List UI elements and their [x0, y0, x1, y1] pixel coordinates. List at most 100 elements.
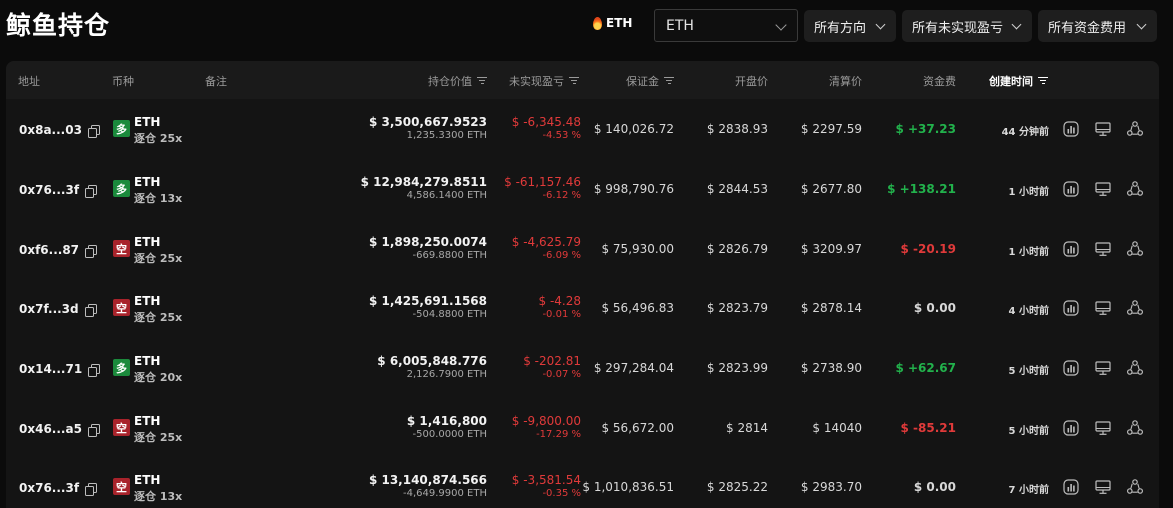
share-icon[interactable]	[1126, 419, 1144, 437]
bar-chart-icon[interactable]	[1062, 359, 1080, 377]
table-row[interactable]: 0xf6...87 空 ETH 逐仓 25x $ 1,898,250.0074 -669.…	[6, 219, 1159, 279]
bar-chart-icon[interactable]	[1062, 120, 1080, 138]
address-cell[interactable]: 0x8a...03	[19, 123, 100, 138]
margin-value: $ 56,672.00	[601, 421, 674, 435]
position-amount: -669.8800 ETH	[412, 250, 487, 261]
page-title: 鲸鱼持仓	[6, 11, 111, 40]
created-time: 4 小时前	[1008, 306, 1049, 317]
pnl-filter[interactable]: 所有未实现盈亏	[902, 10, 1032, 42]
share-icon[interactable]	[1126, 180, 1144, 198]
table-row[interactable]: 0x46...a5 空 ETH 逐仓 25x $ 1,416,800 -500.0000 …	[6, 398, 1159, 458]
funding-fee: $ -20.19	[900, 242, 956, 256]
side-badge: 多	[113, 180, 130, 197]
side-badge: 多	[113, 120, 130, 137]
margin-value: $ 75,930.00	[601, 242, 674, 256]
copy-icon[interactable]	[85, 184, 98, 198]
side-badge: 空	[113, 478, 130, 495]
monitor-icon[interactable]	[1094, 120, 1112, 138]
table-row[interactable]: 0x8a...03 多 ETH 逐仓 25x $ 3,500,667.9523 1,235…	[6, 99, 1159, 159]
table-row[interactable]: 0x7f...3d 空 ETH 逐仓 25x $ 1,425,691.1568 -504.…	[6, 278, 1159, 338]
bar-chart-icon[interactable]	[1062, 180, 1080, 198]
position-value: $ 12,984,279.8511	[360, 175, 487, 189]
leverage-label: 逐仓 13x	[134, 192, 183, 205]
table-row[interactable]: 0x76...3f 空 ETH 逐仓 13x $ 13,140,874.566 -4,64…	[6, 457, 1159, 508]
margin-value: $ 1,010,836.51	[582, 480, 674, 494]
share-icon[interactable]	[1126, 478, 1144, 496]
leverage-label: 逐仓 13x	[134, 490, 183, 503]
funding-fee: $ -85.21	[900, 421, 956, 435]
col-open-price: 开盘价	[735, 75, 768, 88]
token-select-value: ETH	[666, 17, 694, 34]
col-margin[interactable]: 保证金	[626, 73, 674, 89]
open-price: $ 2844.53	[706, 182, 768, 196]
open-price: $ 2814	[726, 421, 768, 435]
row-actions	[1062, 299, 1144, 317]
sort-icon	[664, 77, 674, 85]
chevron-down-icon	[775, 19, 787, 31]
monitor-icon[interactable]	[1094, 359, 1112, 377]
monitor-icon[interactable]	[1094, 299, 1112, 317]
pnl-filter-label: 所有未实现盈亏	[912, 20, 1004, 36]
col-position-value[interactable]: 持仓价值	[428, 73, 487, 89]
monitor-icon[interactable]	[1094, 180, 1112, 198]
funding-fee: $ 0.00	[913, 480, 956, 494]
address-text: 0x76...3f	[19, 183, 80, 197]
address-cell[interactable]: 0x46...a5	[19, 422, 100, 437]
flame-icon	[593, 16, 602, 30]
col-funding-fee: 资金费	[923, 75, 956, 88]
share-icon[interactable]	[1126, 359, 1144, 377]
token-select[interactable]: ETH	[654, 9, 798, 42]
share-icon[interactable]	[1126, 120, 1144, 138]
coin-symbol: ETH	[134, 294, 161, 308]
position-amount: 1,235.3300 ETH	[406, 130, 487, 141]
address-cell[interactable]: 0xf6...87	[19, 243, 98, 258]
leverage-label: 逐仓 25x	[134, 252, 183, 265]
coin-symbol: ETH	[134, 175, 161, 189]
liq-price: $ 2878.14	[800, 301, 862, 315]
chevron-down-icon	[1136, 19, 1147, 30]
position-amount: 2,126.7900 ETH	[406, 369, 487, 380]
col-unrealized-pnl[interactable]: 未实现盈亏	[509, 73, 579, 89]
position-value: $ 13,140,874.566	[368, 473, 487, 487]
side-badge: 空	[113, 299, 130, 316]
share-icon[interactable]	[1126, 299, 1144, 317]
bar-chart-icon[interactable]	[1062, 240, 1080, 258]
col-created-time[interactable]: 创建时间	[989, 73, 1048, 89]
unrealized-pnl-percent: -0.07 %	[542, 369, 581, 380]
copy-icon[interactable]	[85, 244, 98, 258]
bar-chart-icon[interactable]	[1062, 419, 1080, 437]
side-badge: 空	[113, 419, 130, 436]
bar-chart-icon[interactable]	[1062, 299, 1080, 317]
leverage-label: 逐仓 25x	[134, 132, 183, 145]
row-actions	[1062, 120, 1144, 138]
table-row[interactable]: 0x76...3f 多 ETH 逐仓 13x $ 12,984,279.8511 4,58…	[6, 159, 1159, 219]
funding-filter[interactable]: 所有资金费用	[1038, 10, 1157, 42]
address-cell[interactable]: 0x14...71	[19, 362, 101, 377]
direction-filter[interactable]: 所有方向	[804, 10, 896, 42]
bar-chart-icon[interactable]	[1062, 478, 1080, 496]
unrealized-pnl-percent: -4.53 %	[542, 130, 581, 141]
unrealized-pnl-percent: -0.01 %	[542, 309, 581, 320]
monitor-icon[interactable]	[1094, 240, 1112, 258]
copy-icon[interactable]	[88, 363, 101, 377]
address-cell[interactable]: 0x76...3f	[19, 183, 98, 198]
position-amount: -504.8800 ETH	[412, 309, 487, 320]
side-badge: 多	[113, 359, 130, 376]
table-row[interactable]: 0x14...71 多 ETH 逐仓 20x $ 6,005,848.776 2,126.…	[6, 338, 1159, 398]
coin-symbol: ETH	[134, 235, 161, 249]
token-tag[interactable]: ETH	[593, 16, 632, 30]
monitor-icon[interactable]	[1094, 419, 1112, 437]
copy-icon[interactable]	[87, 124, 100, 138]
liq-price: $ 14040	[812, 421, 862, 435]
share-icon[interactable]	[1126, 240, 1144, 258]
liq-price: $ 2297.59	[800, 122, 862, 136]
copy-icon[interactable]	[87, 423, 100, 437]
unrealized-pnl: $ -202.81	[523, 354, 581, 368]
address-cell[interactable]: 0x7f...3d	[19, 302, 97, 317]
monitor-icon[interactable]	[1094, 478, 1112, 496]
unrealized-pnl: $ -3,581.54	[511, 473, 581, 487]
copy-icon[interactable]	[84, 303, 97, 317]
copy-icon[interactable]	[85, 482, 98, 496]
token-tag-label: ETH	[606, 16, 633, 30]
address-cell[interactable]: 0x76...3f	[19, 481, 98, 496]
